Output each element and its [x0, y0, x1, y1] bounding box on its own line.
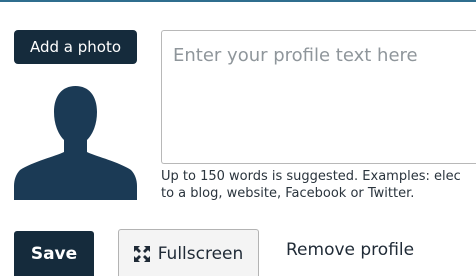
- fullscreen-label: Fullscreen: [157, 243, 244, 264]
- profile-text-input[interactable]: [161, 30, 476, 164]
- profile-hint: Up to 150 words is suggested. Examples: …: [161, 168, 476, 202]
- expand-arrows-icon: [133, 245, 150, 262]
- top-divider: [0, 0, 476, 2]
- person-silhouette-icon: [14, 82, 137, 200]
- profile-hint-line-1: Up to 150 words is suggested. Examples: …: [161, 169, 461, 184]
- remove-profile-link[interactable]: Remove profile: [286, 240, 414, 260]
- fullscreen-button[interactable]: Fullscreen: [118, 229, 259, 276]
- profile-hint-line-2: to a blog, website, Facebook or Twitter.: [161, 186, 415, 201]
- save-button[interactable]: Save: [14, 231, 94, 276]
- add-photo-button[interactable]: Add a photo: [14, 30, 137, 64]
